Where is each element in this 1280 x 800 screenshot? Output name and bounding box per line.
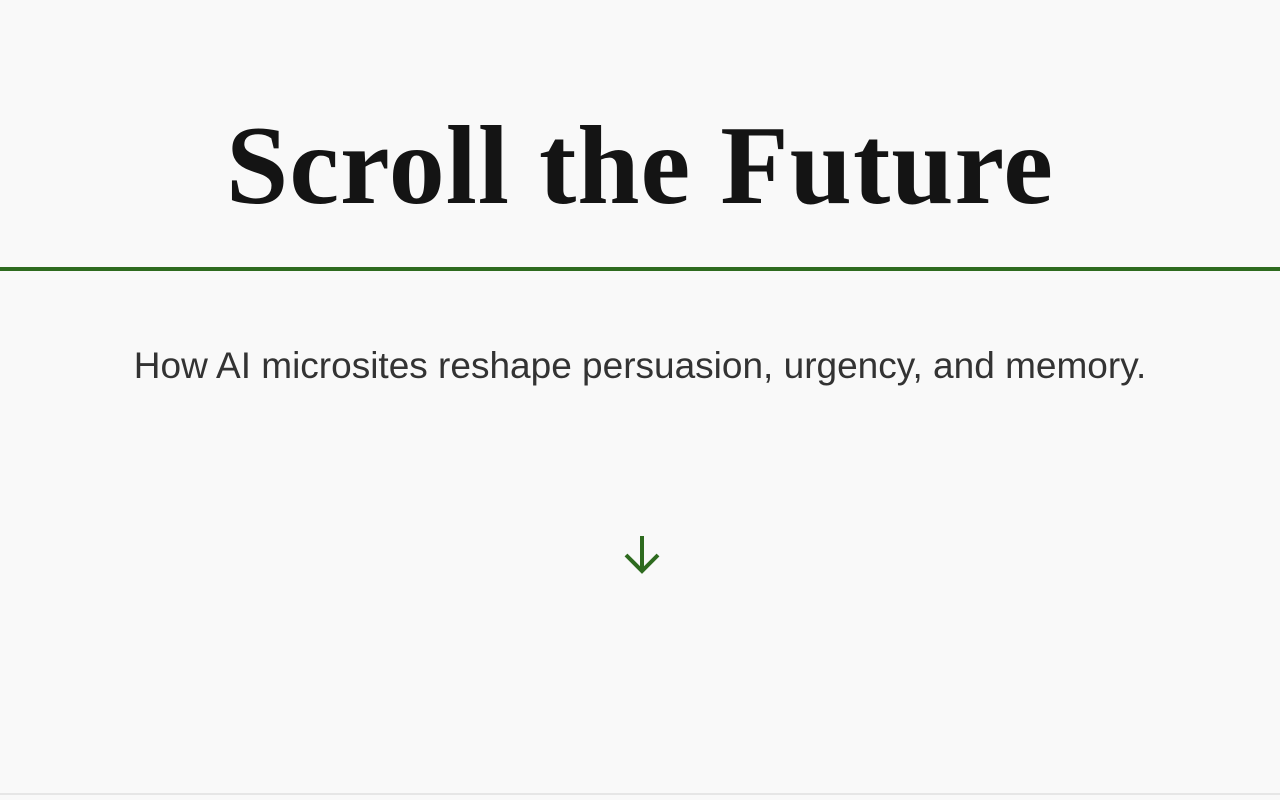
bottom-divider	[0, 793, 1280, 795]
hero-title: Scroll the Future	[226, 104, 1054, 228]
hero-subtitle: How AI microsites reshape persuasion, ur…	[133, 345, 1147, 386]
accent-divider	[0, 267, 1280, 271]
page: Scroll the Future How AI microsites resh…	[0, 0, 1280, 800]
arrow-down-icon	[624, 536, 660, 574]
scroll-down-button[interactable]	[620, 533, 664, 577]
